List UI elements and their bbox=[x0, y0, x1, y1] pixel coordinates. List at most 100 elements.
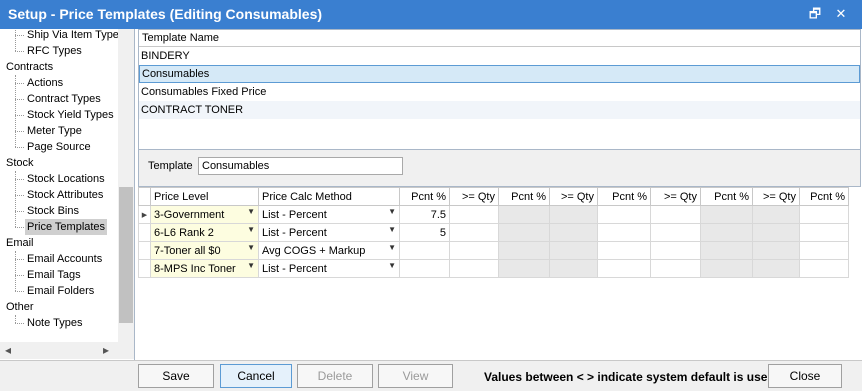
qty-cell[interactable] bbox=[449, 241, 499, 260]
price-level-select[interactable]: 3-Government ▼ bbox=[150, 205, 259, 224]
pcnt-header[interactable]: Pcnt % bbox=[799, 187, 849, 206]
dropdown-arrow-icon[interactable]: ▼ bbox=[388, 261, 396, 270]
pcnt-cell[interactable] bbox=[498, 241, 550, 260]
tree-item[interactable]: RFC Types bbox=[25, 43, 84, 59]
tree-item[interactable]: Price Templates bbox=[25, 219, 108, 235]
price-level-row[interactable]: 8-MPS Inc Toner ▼ List - Percent ▼ bbox=[138, 259, 849, 278]
qty-header[interactable]: >= Qty bbox=[650, 187, 701, 206]
qty-cell[interactable] bbox=[650, 223, 701, 242]
template-row[interactable]: Consumables bbox=[139, 65, 860, 83]
pcnt-header[interactable]: Pcnt % bbox=[498, 187, 550, 206]
pcnt-cell[interactable] bbox=[498, 259, 550, 278]
pcnt-cell[interactable] bbox=[498, 205, 550, 224]
pcnt-cell[interactable] bbox=[700, 205, 753, 224]
dropdown-arrow-icon[interactable]: ▼ bbox=[388, 225, 396, 234]
view-button[interactable]: View bbox=[378, 364, 453, 388]
restore-icon[interactable]: 🗗 bbox=[806, 6, 824, 22]
pcnt-cell[interactable] bbox=[597, 241, 651, 260]
pcnt-header[interactable]: Pcnt % bbox=[399, 187, 450, 206]
tree-item[interactable]: Stock Locations bbox=[25, 171, 107, 187]
delete-button[interactable]: Delete bbox=[297, 364, 373, 388]
template-row[interactable]: Consumables Fixed Price bbox=[139, 83, 860, 101]
close-icon[interactable]: ✕ bbox=[832, 6, 850, 22]
qty-header[interactable]: >= Qty bbox=[752, 187, 800, 206]
pcnt-cell[interactable] bbox=[399, 241, 450, 260]
qty-cell[interactable] bbox=[650, 205, 701, 224]
tree-item[interactable]: Note Types bbox=[25, 315, 84, 331]
pcnt-cell[interactable]: 7.5 bbox=[399, 205, 450, 224]
dropdown-arrow-icon[interactable]: ▼ bbox=[388, 207, 396, 216]
tree-item[interactable]: Ship Via Item Types bbox=[25, 29, 126, 43]
price-level-select[interactable]: 6-L6 Rank 2 ▼ bbox=[150, 223, 259, 242]
scroll-right-icon[interactable]: ▸ bbox=[103, 343, 109, 357]
qty-cell[interactable] bbox=[449, 259, 499, 278]
tree-item[interactable]: Stock Bins bbox=[25, 203, 81, 219]
qty-header[interactable]: >= Qty bbox=[449, 187, 499, 206]
tree-item[interactable]: Actions bbox=[25, 75, 65, 91]
price-level-row[interactable]: ▶ 3-Government ▼ List - Percent ▼ 7.5 bbox=[138, 205, 849, 224]
tree-item[interactable]: Email Tags bbox=[25, 267, 83, 283]
price-level-select[interactable]: 7-Toner all $0 ▼ bbox=[150, 241, 259, 260]
qty-cell[interactable] bbox=[752, 223, 800, 242]
tree-item[interactable]: Email Accounts bbox=[25, 251, 104, 267]
qty-header[interactable]: >= Qty bbox=[549, 187, 598, 206]
tree-item[interactable]: Meter Type bbox=[25, 123, 84, 139]
pcnt-cell[interactable] bbox=[399, 259, 450, 278]
qty-cell[interactable] bbox=[752, 205, 800, 224]
qty-cell[interactable] bbox=[449, 205, 499, 224]
qty-cell[interactable] bbox=[449, 223, 499, 242]
pcnt-cell[interactable] bbox=[597, 205, 651, 224]
dropdown-arrow-icon[interactable]: ▼ bbox=[388, 243, 396, 252]
template-name-input[interactable]: Consumables bbox=[198, 157, 403, 175]
pcnt-header[interactable]: Pcnt % bbox=[700, 187, 753, 206]
tree-item[interactable]: Stock Yield Types bbox=[25, 107, 116, 123]
tree-category[interactable]: Other bbox=[6, 299, 34, 315]
close-button[interactable]: Close bbox=[768, 364, 842, 388]
pcnt-cell[interactable] bbox=[799, 259, 849, 278]
tree-item[interactable]: Email Folders bbox=[25, 283, 96, 299]
dropdown-arrow-icon[interactable]: ▼ bbox=[247, 261, 255, 270]
template-name-header[interactable]: Template Name bbox=[139, 30, 860, 47]
template-row[interactable]: CONTRACT TONER bbox=[139, 101, 860, 119]
price-level-row[interactable]: 6-L6 Rank 2 ▼ List - Percent ▼ 5 bbox=[138, 223, 849, 242]
dropdown-arrow-icon[interactable]: ▼ bbox=[247, 225, 255, 234]
pcnt-header[interactable]: Pcnt % bbox=[597, 187, 651, 206]
tree-item[interactable]: Page Source bbox=[25, 139, 93, 155]
pcnt-cell[interactable] bbox=[799, 205, 849, 224]
tree-category[interactable]: Stock bbox=[6, 155, 34, 171]
tree-horizontal-scrollbar[interactable]: ◂ ▸ bbox=[0, 342, 134, 359]
tree-vertical-scrollbar[interactable] bbox=[118, 29, 134, 343]
tree-item[interactable]: Stock Attributes bbox=[25, 187, 105, 203]
price-calc-method-select[interactable]: Avg COGS + Markup ▼ bbox=[258, 241, 400, 260]
pcnt-cell[interactable] bbox=[700, 259, 753, 278]
tree-item[interactable]: Contract Types bbox=[25, 91, 103, 107]
qty-cell[interactable] bbox=[549, 205, 598, 224]
price-calc-method-select[interactable]: List - Percent ▼ bbox=[258, 259, 400, 278]
price-level-select[interactable]: 8-MPS Inc Toner ▼ bbox=[150, 259, 259, 278]
price-level-row[interactable]: 7-Toner all $0 ▼ Avg COGS + Markup ▼ bbox=[138, 241, 849, 260]
save-button[interactable]: Save bbox=[138, 364, 214, 388]
pcnt-cell[interactable] bbox=[597, 223, 651, 242]
price-calc-method-header[interactable]: Price Calc Method bbox=[258, 187, 400, 206]
dropdown-arrow-icon[interactable]: ▼ bbox=[247, 243, 255, 252]
qty-cell[interactable] bbox=[650, 259, 701, 278]
qty-cell[interactable] bbox=[650, 241, 701, 260]
price-calc-method-select[interactable]: List - Percent ▼ bbox=[258, 223, 400, 242]
template-row[interactable]: BINDERY bbox=[139, 47, 860, 65]
qty-cell[interactable] bbox=[752, 259, 800, 278]
price-level-header[interactable]: Price Level bbox=[150, 187, 259, 206]
pcnt-cell[interactable] bbox=[799, 241, 849, 260]
scroll-left-icon[interactable]: ◂ bbox=[5, 343, 11, 357]
pcnt-cell[interactable]: 5 bbox=[399, 223, 450, 242]
cancel-button[interactable]: Cancel bbox=[220, 364, 292, 388]
tree-category[interactable]: Contracts bbox=[6, 59, 53, 75]
price-calc-method-select[interactable]: List - Percent ▼ bbox=[258, 205, 400, 224]
pcnt-cell[interactable] bbox=[597, 259, 651, 278]
dropdown-arrow-icon[interactable]: ▼ bbox=[247, 207, 255, 216]
tree-category[interactable]: Email bbox=[6, 235, 34, 251]
tree-scroll-thumb[interactable] bbox=[119, 187, 133, 323]
pcnt-cell[interactable] bbox=[700, 241, 753, 260]
pcnt-cell[interactable] bbox=[799, 223, 849, 242]
qty-cell[interactable] bbox=[752, 241, 800, 260]
pcnt-cell[interactable] bbox=[498, 223, 550, 242]
